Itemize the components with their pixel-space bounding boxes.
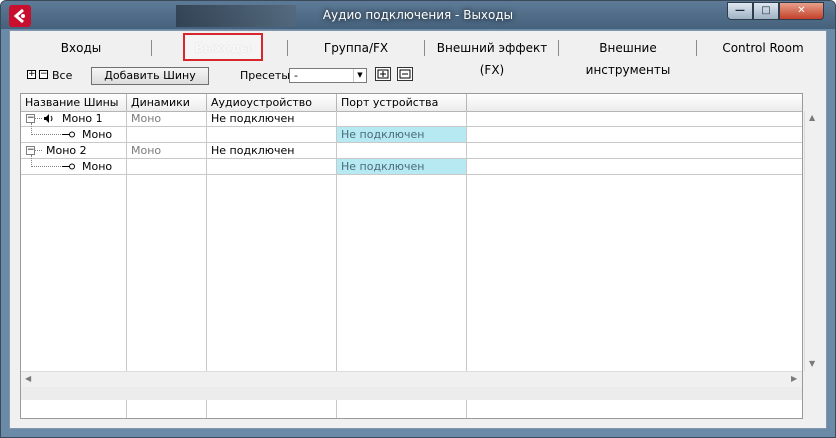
all-label: Все bbox=[52, 69, 73, 82]
close-button[interactable]: ✕ bbox=[779, 2, 824, 20]
tab-label: Control Room bbox=[722, 41, 804, 55]
vertical-scrollbar[interactable]: ▲ ▼ bbox=[804, 111, 821, 371]
table-header: Название Шины Динамики Аудиоустройство П… bbox=[21, 94, 802, 112]
tab-separator bbox=[151, 40, 152, 56]
table-row[interactable]: Моно Не подключен bbox=[21, 155, 802, 175]
maximize-button[interactable]: □ bbox=[753, 2, 779, 20]
tab-separator bbox=[696, 40, 697, 56]
save-preset-icon[interactable] bbox=[375, 67, 391, 81]
channel-name[interactable]: Моно bbox=[78, 159, 112, 174]
bus-name[interactable]: Моно 2 bbox=[42, 143, 87, 158]
table-footer bbox=[21, 387, 802, 400]
audio-device-value[interactable]: Не подключен bbox=[207, 143, 294, 158]
minimize-button[interactable]: — bbox=[727, 2, 753, 20]
title-bar[interactable]: Аудио подключения - Выходы — □ ✕ bbox=[1, 1, 835, 29]
tree-line bbox=[35, 118, 42, 119]
window-title: Аудио подключения - Выходы bbox=[322, 8, 514, 22]
collapse-icon[interactable]: − bbox=[26, 114, 35, 123]
delete-preset-icon[interactable] bbox=[397, 67, 413, 81]
toolbar: + − Все Добавить Шину Пресеты - ▼ bbox=[10, 63, 826, 89]
tab-bar: Входы Выходы Группа/FX Внешний эффект (F… bbox=[10, 33, 826, 77]
speakers-value[interactable]: Моно bbox=[127, 143, 161, 158]
chevron-down-icon[interactable]: ▼ bbox=[353, 69, 366, 82]
horizontal-scrollbar[interactable]: ◀ ▶ bbox=[21, 371, 802, 388]
channel-connector-icon bbox=[62, 161, 76, 175]
collapse-all-icon[interactable]: − bbox=[39, 70, 48, 79]
table-row[interactable]: − Моно 1 Моно Не подключен bbox=[21, 111, 802, 127]
scroll-up-icon[interactable]: ▲ bbox=[809, 113, 815, 122]
collapse-icon[interactable]: − bbox=[26, 146, 35, 155]
device-port-value[interactable]: Не подключен bbox=[337, 127, 466, 142]
presets-label: Пресеты bbox=[240, 69, 290, 82]
tab-separator bbox=[287, 40, 288, 56]
tree-line bbox=[35, 150, 42, 151]
tab-label: Входы bbox=[60, 41, 102, 55]
add-bus-button[interactable]: Добавить Шину bbox=[91, 67, 209, 85]
tab-inputs[interactable]: Входы bbox=[10, 37, 152, 59]
column-header-bus-name[interactable]: Название Шины bbox=[21, 94, 127, 111]
device-port-value[interactable]: Не подключен bbox=[337, 159, 466, 174]
tab-label: Группа/FX bbox=[323, 41, 389, 55]
tree-line bbox=[31, 166, 61, 167]
presets-value: - bbox=[294, 69, 298, 82]
app-window: Аудио подключения - Выходы — □ ✕ Входы В… bbox=[0, 0, 836, 438]
scroll-left-icon[interactable]: ◀ bbox=[25, 374, 31, 383]
tree-line bbox=[31, 134, 61, 135]
tab-label: Выходы bbox=[194, 41, 252, 55]
tab-outputs[interactable]: Выходы bbox=[183, 33, 263, 61]
client-area: Входы Выходы Группа/FX Внешний эффект (F… bbox=[9, 30, 827, 429]
table-row[interactable]: − Моно 2 Моно Не подключен bbox=[21, 143, 802, 159]
expand-all-icon[interactable]: + bbox=[27, 70, 36, 79]
table-row[interactable]: Моно Не подключен bbox=[21, 123, 802, 143]
column-header-speakers[interactable]: Динамики bbox=[127, 94, 207, 111]
tab-external-instruments[interactable]: Внешние инструменты bbox=[559, 37, 697, 77]
bus-table: Название Шины Динамики Аудиоустройство П… bbox=[20, 93, 821, 419]
speaker-icon bbox=[43, 113, 55, 127]
bus-name[interactable]: Моно 1 bbox=[58, 111, 103, 126]
scroll-down-icon[interactable]: ▼ bbox=[809, 359, 815, 368]
presets-select[interactable]: - ▼ bbox=[289, 68, 367, 83]
speakers-value[interactable]: Моно bbox=[127, 111, 161, 126]
audio-device-value[interactable]: Не подключен bbox=[207, 111, 294, 126]
column-header-device-port[interactable]: Порт устройства bbox=[337, 94, 467, 111]
channel-name[interactable]: Моно bbox=[78, 127, 112, 142]
column-header-audio-device[interactable]: Аудиоустройство bbox=[207, 94, 337, 111]
tab-control-room[interactable]: Control Room bbox=[700, 37, 826, 59]
channel-connector-icon bbox=[62, 129, 76, 143]
tab-group-fx[interactable]: Группа/FX bbox=[287, 37, 425, 59]
tab-external-fx[interactable]: Внешний эффект (FX) bbox=[425, 37, 559, 77]
scroll-right-icon[interactable]: ▶ bbox=[791, 374, 797, 383]
